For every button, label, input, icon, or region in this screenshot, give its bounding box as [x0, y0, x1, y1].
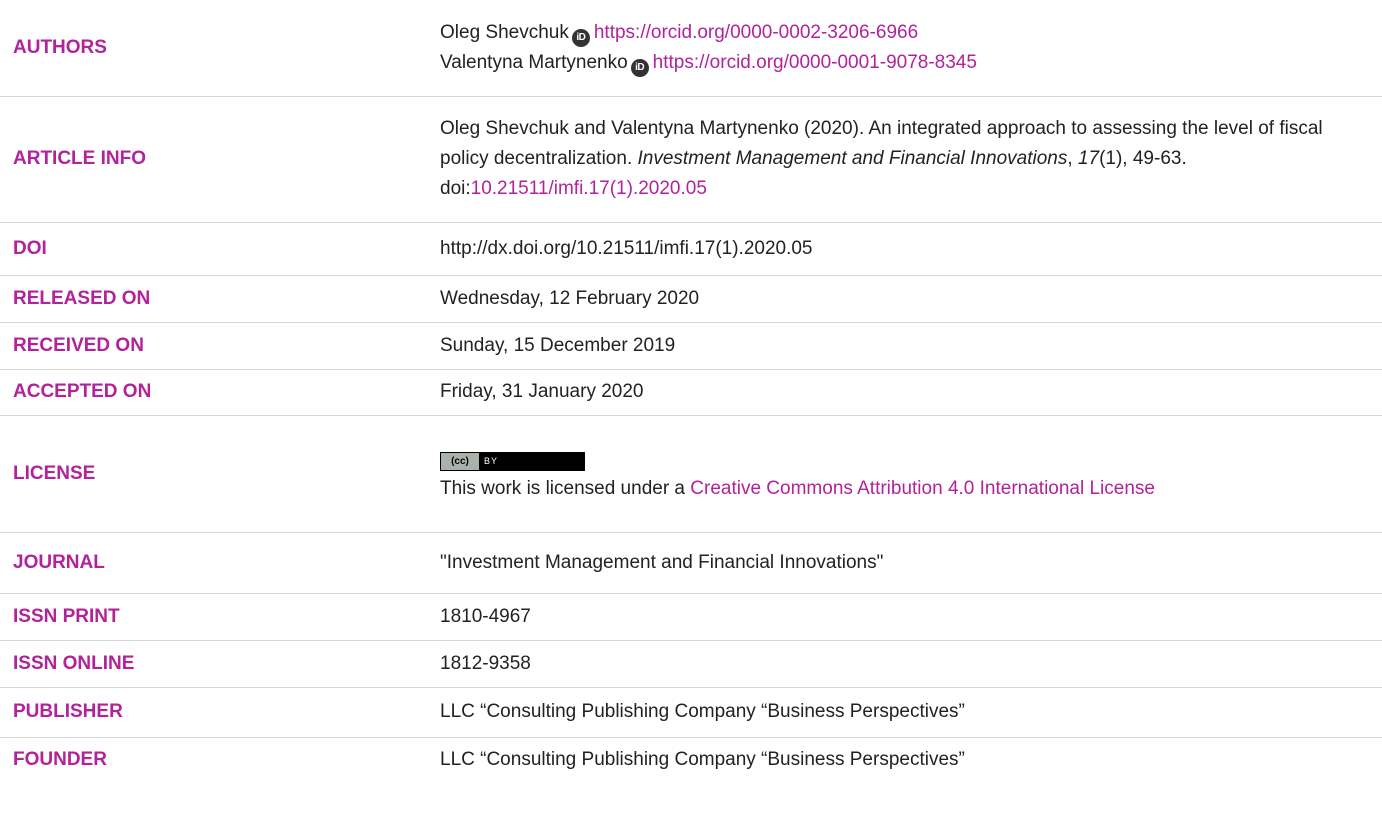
doi-value: http://dx.doi.org/10.21511/imfi.17(1).20…: [440, 237, 813, 259]
author-name: Oleg Shevchuk: [440, 21, 569, 43]
article-info-row: ARTICLE INFO Oleg Shevchuk and Valentyna…: [0, 96, 1382, 222]
citation-volume: 17: [1077, 148, 1100, 169]
license-value: (cc) BY This work is licensed under a Cr…: [440, 415, 1382, 532]
received-row: RECEIVED ON Sunday, 15 December 2019: [0, 322, 1382, 369]
issn-online-label: ISSN ONLINE: [13, 652, 135, 674]
license-link[interactable]: Creative Commons Attribution 4.0 Interna…: [690, 478, 1155, 499]
accepted-label: ACCEPTED ON: [13, 381, 152, 402]
article-info-label: ARTICLE INFO: [13, 148, 146, 169]
released-value: Wednesday, 12 February 2020: [440, 287, 700, 309]
issn-print-label: ISSN PRINT: [13, 605, 120, 627]
license-label: LICENSE: [13, 462, 96, 484]
cc-icon: (cc): [441, 453, 479, 470]
journal-value: "Investment Management and Financial Inn…: [440, 551, 884, 573]
author-name: Valentyna Martynenko: [440, 51, 628, 73]
orcid-link[interactable]: https://orcid.org/0000-0001-9078-8345: [653, 52, 977, 73]
journal-label: JOURNAL: [13, 551, 105, 573]
accepted-row: ACCEPTED ON Friday, 31 January 2020: [0, 369, 1382, 415]
founder-value: LLC “Consulting Publishing Company “Busi…: [440, 749, 965, 771]
license-row: LICENSE (cc) BY This work is licensed un…: [0, 415, 1382, 532]
founder-label: FOUNDER: [13, 749, 107, 771]
publisher-label: PUBLISHER: [13, 701, 123, 722]
issn-online-row: ISSN ONLINE 1812-9358: [0, 640, 1382, 687]
citation-sep: ,: [1067, 148, 1078, 169]
founder-row: FOUNDER LLC “Consulting Publishing Compa…: [0, 737, 1382, 783]
doi-label: DOI: [13, 237, 47, 259]
license-text: This work is licensed under a Creative C…: [440, 474, 1372, 504]
journal-row: JOURNAL "Investment Management and Finan…: [0, 532, 1382, 593]
citation-journal: Investment Management and Financial Inno…: [637, 148, 1068, 169]
article-metadata-table: AUTHORS Oleg Shevchuk iD https://orcid.org…: [0, 0, 1382, 783]
released-label: RELEASED ON: [13, 287, 151, 309]
cc-by-badge[interactable]: (cc) BY: [440, 452, 585, 471]
released-row: RELEASED ON Wednesday, 12 February 2020: [0, 275, 1382, 322]
publisher-value: LLC “Consulting Publishing Company “Busi…: [440, 701, 965, 722]
issn-online-value: 1812-9358: [440, 652, 531, 674]
orcid-link[interactable]: https://orcid.org/0000-0002-3206-6966: [594, 22, 918, 43]
authors-row: AUTHORS Oleg Shevchuk iD https://orcid.org…: [0, 0, 1382, 96]
authors-label: AUTHORS: [13, 36, 107, 58]
authors-value: Oleg Shevchuk iD https://orcid.org/0000-00…: [440, 0, 1382, 96]
accepted-value: Friday, 31 January 2020: [440, 381, 644, 402]
article-info-value: Oleg Shevchuk and Valentyna Martynenko (…: [440, 96, 1382, 222]
author-item: Valentyna Martynenko iD https://orcid.org/…: [440, 48, 1372, 78]
citation-doi-link[interactable]: 10.21511/imfi.17(1).2020.05: [471, 178, 707, 199]
author-item: Oleg Shevchuk iD https://orcid.org/0000-00…: [440, 18, 1372, 48]
doi-row: DOI http://dx.doi.org/10.21511/imfi.17(1…: [0, 222, 1382, 275]
received-value: Sunday, 15 December 2019: [440, 334, 676, 356]
received-label: RECEIVED ON: [13, 334, 144, 356]
by-icon: BY: [479, 453, 584, 470]
orcid-icon: iD: [571, 28, 590, 47]
orcid-icon: iD: [630, 58, 649, 77]
issn-print-value: 1810-4967: [440, 605, 531, 627]
issn-print-row: ISSN PRINT 1810-4967: [0, 593, 1382, 640]
license-statement: This work is licensed under a: [440, 477, 691, 499]
publisher-row: PUBLISHER LLC “Consulting Publishing Com…: [0, 687, 1382, 737]
